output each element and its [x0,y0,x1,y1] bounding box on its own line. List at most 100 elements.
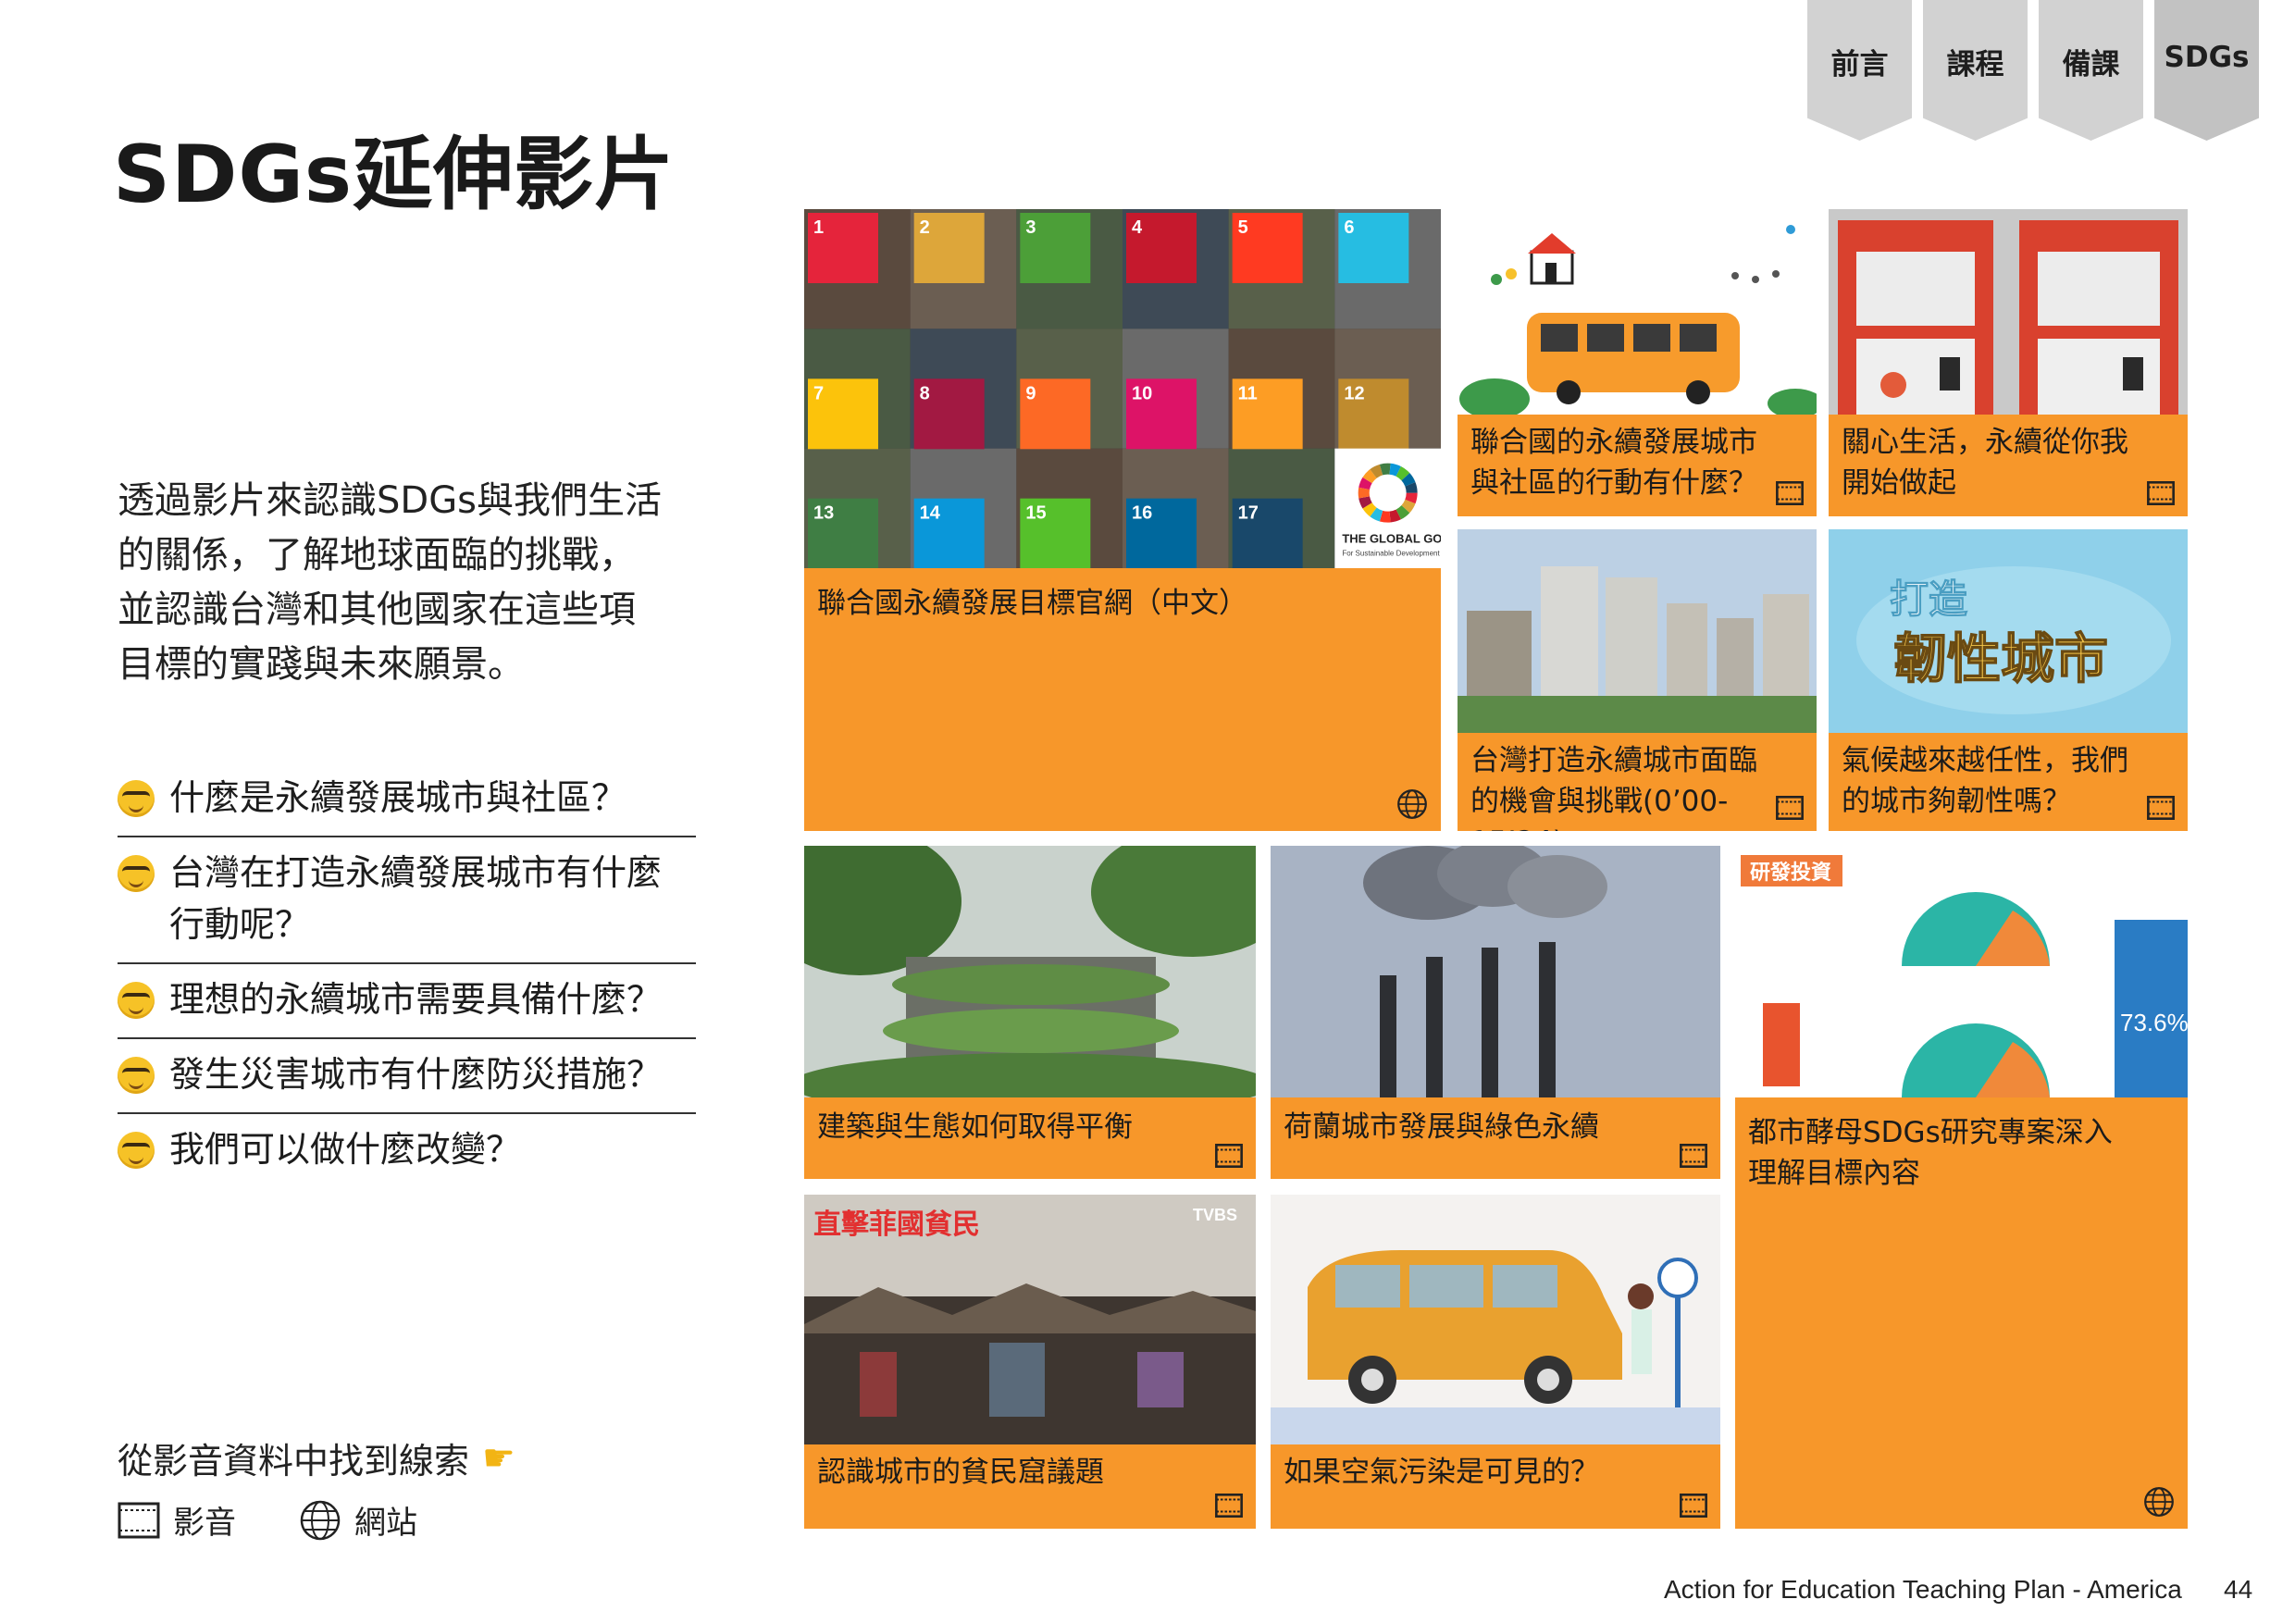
sdg-goal-number: 12 [1344,383,1364,403]
nerd-face-emoji-icon [118,780,155,817]
thumbnail-text-line1: 打造 [1890,576,1967,622]
intro-line: 目標的實踐與未來願景。 [118,643,525,686]
tab-sdgs[interactable]: SDGs [2154,0,2259,141]
intro-line: 透過影片來認識SDGs與我們生活 [118,479,663,522]
globe-icon [300,1500,341,1540]
sdg-goal-tile: 6 [1338,213,1409,283]
card-resilient-city[interactable]: 打造 韌性城市 氣候越來越任性，我們的城市夠韌性嗎？ [1829,529,2188,831]
card-visible-air-pollution[interactable]: 如果空氣污染是可見的？ [1271,1195,1720,1529]
card-title: 氣候越來越任性，我們的城市夠韌性嗎？ [1842,744,2128,818]
question-item: 什麼是永續發展城市與社區？ [118,762,696,837]
card-taiwan-sustainable-city[interactable]: 台灣打造永續城市面臨的機會與挑戰(0’00-15’24) [1458,529,1817,831]
sdg-goal-tile: 4 [1126,213,1197,283]
question-text: 我們可以做什麼改變？ [169,1129,522,1170]
sdg-goal-number: 2 [920,217,930,238]
film-icon [1215,1494,1243,1518]
sdg-goal-number: 17 [1238,503,1259,524]
sdg-goal-tile: 2 [913,213,985,283]
card-title: 台灣打造永續城市面臨的機會與挑戰(0’00-15’24) [1470,744,1757,831]
top-tab-bar: 前言 課程 備課 SDGs [1807,0,2259,141]
question-text: 什麼是永續發展城市與社區？ [169,777,627,818]
sdg-goal-number: 16 [1132,503,1152,524]
tab-foreword[interactable]: 前言 [1807,0,1912,141]
clue-text: 從影音資料中找到線索 ☛ [118,1432,515,1483]
sdg-goal-number: 14 [920,503,941,524]
question-item: 我們可以做什麼改變？ [118,1114,696,1187]
sdg-goal-tile: 17 [1232,498,1303,568]
card-title: 關心生活，永續從你我開始做起 [1842,426,2128,500]
sdg-goal-tile: 5 [1232,213,1303,283]
film-icon [1680,1494,1707,1518]
card-title: 建築與生態如何取得平衡 [817,1110,1133,1144]
research-infographic-thumbnail: 研發投資 73.6% [1735,846,2188,1097]
sdg-goal-number: 6 [1344,217,1354,238]
card-netherlands-green-city[interactable]: 荷蘭城市發展與綠色永續 [1271,846,1720,1179]
sdg-goal-tile: 3 [1020,213,1091,283]
green-building-thumbnail [804,846,1256,1097]
sdg-goal-tile: 1 [808,213,878,283]
clue-label: 從影音資料中找到線索 [118,1441,470,1481]
globe-icon [2144,1487,2174,1517]
intro-line: 的關係，了解地球面臨的挑戰， [118,534,636,576]
nerd-face-emoji-icon [118,982,155,1019]
card-title: 荷蘭城市發展與綠色永續 [1284,1110,1599,1144]
global-goals-logo-subtext: For Sustainable Development [1342,550,1440,558]
sdg-goal-number: 13 [813,503,834,524]
card-un-sdg-website[interactable]: 1234567891011121314151617THE GLOBAL GOAL… [804,209,1441,831]
card-title: 聯合國的永續發展城市與社區的行動有什麼？ [1470,426,1757,500]
tab-preparation[interactable]: 備課 [2039,0,2143,141]
card-un-city-actions[interactable]: 聯合國的永續發展城市與社區的行動有什麼？ [1458,209,1817,516]
intro-paragraph: 透過影片來認識SDGs與我們生活 的關係，了解地球面臨的挑戰， 並認識台灣和其他… [118,474,710,692]
nerd-face-emoji-icon [118,855,155,892]
sdg-goal-number: 9 [1025,383,1036,403]
sdg-mosaic-thumbnail: 1234567891011121314151617THE GLOBAL GOAL… [804,209,1441,568]
card-urban-yeast-research[interactable]: 研發投資 73.6% 都市酵母SDGs研究專案深入理解目標內容 [1735,846,2188,1529]
sdg-goal-tile: 7 [808,378,878,450]
sdg-goal-tile: 12 [1338,378,1409,450]
film-icon [1680,1144,1707,1168]
thumbnail-logo-text: TVBS [1193,1206,1237,1224]
card-urban-slums[interactable]: 直擊菲國貧民 TVBS 認識城市的貧民窟議題 [804,1195,1256,1529]
sdg-goal-number: 4 [1132,217,1143,238]
film-icon [1215,1144,1243,1168]
card-title: 都市酵母SDGs研究專案深入理解目標內容 [1748,1116,2113,1190]
thumbnail-percent-text: 73.6% [2120,1009,2188,1036]
thumbnail-caption-text: 直擊菲國貧民 [813,1209,980,1241]
question-text: 理想的永續城市需要具備什麼？ [169,979,663,1020]
sdg-goal-number: 15 [1025,503,1046,524]
legend-web-label: 網站 [354,1505,417,1542]
sdg-goal-tile: 16 [1126,498,1197,568]
page-number: 44 [2224,1575,2253,1604]
sdg-goal-number: 5 [1238,217,1248,238]
icon-legend: 影音 網站 [118,1497,480,1543]
legend-web: 網站 [299,1497,417,1543]
sdg-goal-number: 3 [1025,217,1036,238]
sdg-goal-number: 1 [813,217,824,238]
tab-course[interactable]: 課程 [1923,0,2028,141]
sdg-goal-tile: 8 [913,378,985,450]
film-icon [2147,481,2175,505]
thumbnail-text-line2: 韌性城市 [1893,627,2108,690]
thumbnail-tag-text: 研發投資 [1750,861,1831,885]
pointing-hand-icon: ☛ [482,1436,515,1480]
card-title: 如果空氣污染是可見的？ [1284,1456,1599,1489]
question-text: 發生災害城市有什麼防災措施？ [169,1054,663,1095]
globe-icon [1397,789,1427,819]
global-goals-logo-text: THE GLOBAL GOALS [1342,532,1441,546]
bus-illustration-thumbnail [1458,209,1817,415]
card-architecture-ecology[interactable]: 建築與生態如何取得平衡 [804,846,1256,1179]
question-text: 台灣在打造永續發展城市有什麼行動呢？ [169,852,663,945]
sdg-goal-number: 8 [920,383,930,403]
legend-video-label: 影音 [173,1505,236,1542]
footer-text: Action for Education Teaching Plan - Ame… [1664,1575,2182,1604]
sdg-goal-tile: 11 [1232,378,1303,450]
intro-line: 並認識台灣和其他國家在這些項 [118,589,636,631]
car-illustration-thumbnail [1271,1195,1720,1444]
resilient-city-thumbnail: 打造 韌性城市 [1829,529,2188,733]
recycling-machine-thumbnail [1829,209,2188,415]
sdg-goal-tile: 10 [1126,378,1197,450]
film-icon [1776,481,1804,505]
card-care-for-life[interactable]: 關心生活，永續從你我開始做起 [1829,209,2188,516]
card-title: 認識城市的貧民窟議題 [817,1456,1104,1489]
sdg-goal-tile: 15 [1020,498,1091,568]
